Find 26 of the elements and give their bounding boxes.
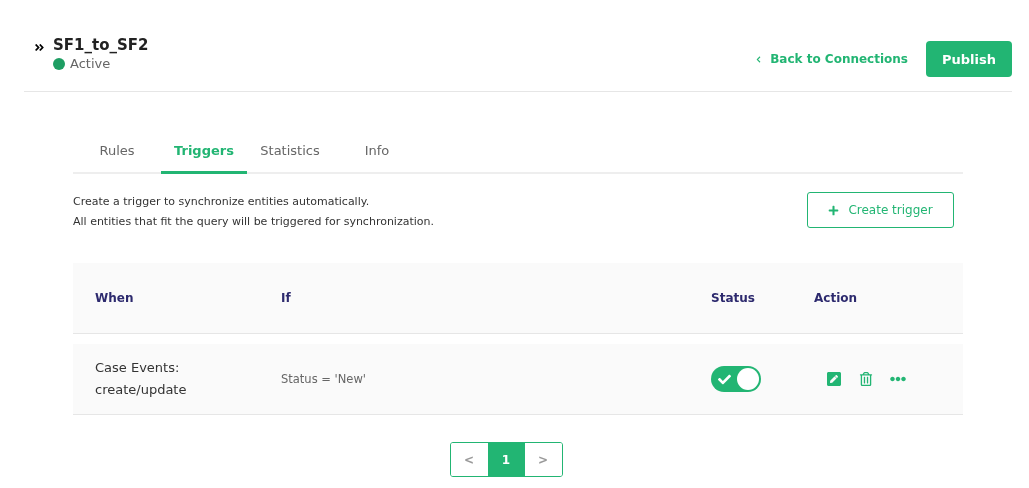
back-link[interactable]: Back to Connections <box>755 52 908 66</box>
tab[interactable]: Info <box>333 133 421 174</box>
column-header: When <box>95 291 135 305</box>
status-label: Active <box>70 56 111 71</box>
page-button[interactable]: 1 <box>487 443 525 476</box>
column-header: If <box>281 291 292 305</box>
create-trigger-button[interactable]: Create trigger <box>807 192 954 228</box>
condition-text: Status = 'New' <box>281 372 367 386</box>
connection-title: SF1_to_SF2 <box>53 36 149 54</box>
chevron-left-icon <box>755 55 763 63</box>
column-header: Status <box>711 291 756 305</box>
plus-icon <box>828 204 840 216</box>
description-text: Create a trigger to synchronize entities automatically. <box>73 194 371 210</box>
tab[interactable]: Statistics <box>247 133 333 174</box>
column-header: Action <box>814 291 859 305</box>
tab[interactable]: Rules <box>73 133 161 174</box>
trigger-event: create/update <box>95 381 188 399</box>
description-text: All entities that fit the query will be triggered for synchronization. <box>73 214 434 230</box>
publish-button[interactable]: Publish <box>926 41 1012 77</box>
edit-icon[interactable] <box>826 371 842 387</box>
tab[interactable]: Triggers <box>161 133 247 174</box>
status-toggle[interactable] <box>711 366 761 392</box>
check-icon <box>718 372 731 386</box>
double-chevron-icon[interactable] <box>34 42 45 53</box>
trigger-event: Case Events: <box>95 359 181 377</box>
delete-icon[interactable] <box>859 372 873 386</box>
